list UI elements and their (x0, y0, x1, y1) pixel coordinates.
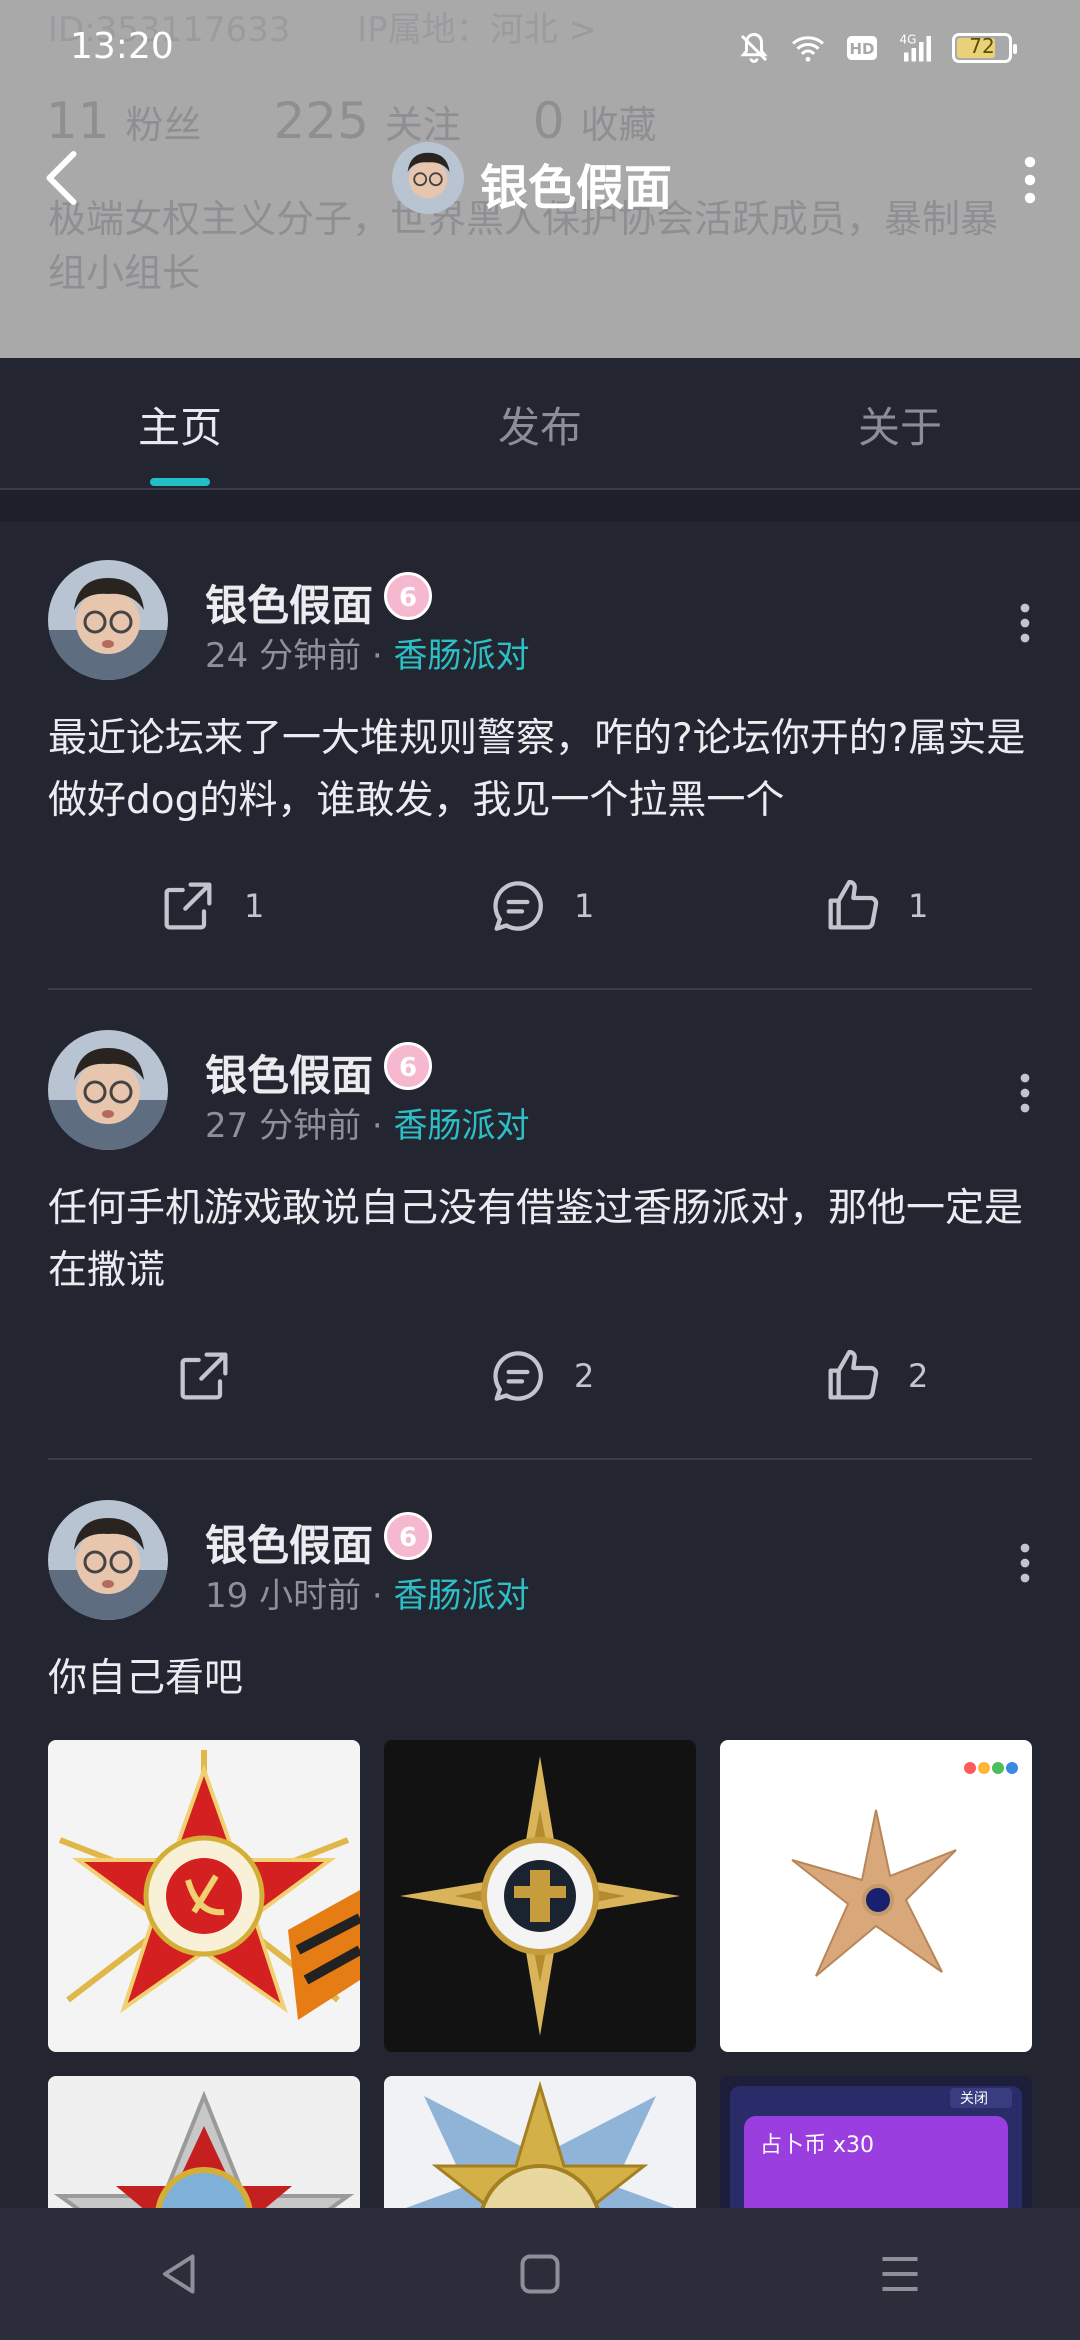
battery-level: 72 (969, 34, 995, 58)
fans-label: 粉丝 (125, 103, 202, 147)
meta-separator: · (361, 1106, 394, 1146)
profile-header: ID:353117633 IP属地：河北 > 11 粉丝 225 关注 0 收藏… (0, 0, 1080, 358)
like-button[interactable]: 2 (820, 1344, 928, 1408)
system-nav-bar (0, 2208, 1080, 2340)
follow-label: 关注 (384, 103, 461, 147)
header-avatar[interactable] (392, 142, 464, 214)
avatar[interactable] (48, 1500, 168, 1620)
post-image-compass-star-badge[interactable] (384, 1740, 696, 2052)
fans-count: 11 (46, 92, 110, 150)
profile-stats: 11 粉丝 225 关注 0 收藏 (46, 92, 712, 150)
status-bar: 13:20 HD 4G 72 (0, 0, 1080, 96)
svg-text:6: 6 (399, 1053, 417, 1083)
post-author[interactable]: 银色假面 (205, 1512, 373, 1573)
post-image-order-of-patriotic-war[interactable] (48, 1740, 360, 2052)
nav-menu-icon[interactable] (870, 2244, 930, 2304)
comment-icon (493, 881, 543, 931)
post-text[interactable]: 你自己看吧 (48, 1648, 1038, 1710)
post-divider (48, 988, 1032, 990)
tab-posts[interactable]: 发布 (498, 394, 582, 455)
post-text[interactable]: 最近论坛来了一大堆规则警察，咋的?论坛你开的?属实是做好dog的料，谁敢发，我见… (48, 708, 1038, 832)
nav-back-icon[interactable] (150, 2244, 210, 2304)
status-icons: HD 4G 72 (736, 30, 1017, 66)
post-board[interactable]: 香肠派对 (394, 1106, 530, 1146)
thumbs-up-icon (828, 1349, 879, 1400)
avatar[interactable] (48, 1030, 168, 1150)
svg-text:HD: HD (849, 40, 874, 58)
share-count: 1 (244, 887, 265, 925)
mute-bell-icon (740, 32, 768, 63)
wifi-icon (792, 36, 824, 62)
game-close-label: 关闭 (960, 2091, 988, 2107)
svg-text:4G: 4G (900, 33, 917, 47)
share-button[interactable] (172, 1344, 260, 1408)
post-card[interactable]: 银色假面 6 19 小时前 · 香肠派对 你自己看吧 占卜币 x30 关闭 (0, 1462, 1080, 2208)
svg-text:6: 6 (399, 1523, 417, 1553)
post-meta: 24 分钟前 · 香肠派对 (205, 628, 530, 677)
level-badge: 6 (384, 1512, 432, 1560)
share-button[interactable]: 1 (156, 874, 264, 938)
tab-home[interactable]: 主页 (138, 394, 222, 455)
post-image-motherland-order-badge[interactable] (384, 2076, 696, 2208)
post-card[interactable]: 银色假面 6 24 分钟前 · 香肠派对 最近论坛来了一大堆规则警察，咋的?论坛… (0, 522, 1080, 992)
post-board[interactable]: 香肠派对 (394, 636, 530, 676)
post-more-icon[interactable] (1010, 1538, 1040, 1588)
like-button[interactable]: 1 (820, 874, 928, 938)
meta-separator: · (361, 1576, 394, 1616)
like-count: 2 (908, 1357, 929, 1395)
avatar[interactable] (48, 560, 168, 680)
post-divider (48, 1458, 1032, 1460)
status-time: 13:20 (70, 26, 174, 67)
post-meta: 27 分钟前 · 香肠派对 (205, 1098, 530, 1147)
post-image-gold-star-brooch[interactable] (720, 1740, 1032, 2052)
post-text[interactable]: 任何手机游戏敢说自己没有借鉴过香肠派对，那他一定是在撒谎 (48, 1178, 1038, 1302)
svg-text:6: 6 (399, 583, 417, 613)
follow-count: 225 (273, 92, 369, 150)
comment-button[interactable]: 2 (486, 1344, 594, 1408)
share-icon (180, 1352, 228, 1400)
post-image-game-screenshot[interactable]: 占卜币 x30 关闭 (720, 2076, 1032, 2208)
post-more-icon[interactable] (1010, 598, 1040, 648)
battery-icon: 72 (952, 33, 1017, 63)
hd-icon: HD (847, 36, 877, 60)
like-count: 1 (908, 887, 929, 925)
post-card[interactable]: 银色假面 6 27 分钟前 · 香肠派对 任何手机游戏敢说自己没有借鉴过香肠派对… (0, 992, 1080, 1462)
level-badge: 6 (384, 572, 432, 620)
post-author[interactable]: 银色假面 (205, 572, 373, 633)
share-icon (164, 882, 212, 930)
post-image-soviet-order-badge[interactable] (48, 2076, 360, 2208)
more-vertical-icon[interactable] (1010, 150, 1050, 210)
post-more-icon[interactable] (1010, 1068, 1040, 1118)
back-arrow-icon[interactable] (38, 148, 88, 208)
signal-4g-icon: 4G (900, 33, 931, 62)
nav-home-icon[interactable] (510, 2244, 570, 2304)
profile-tabs: 主页 发布 关于 (0, 358, 1080, 490)
header-title: 银色假面 (480, 160, 673, 216)
comment-count: 2 (574, 1357, 595, 1395)
section-gap (0, 490, 1080, 522)
thumbs-up-icon (828, 879, 879, 930)
collect-count: 0 (532, 92, 565, 150)
tab-about[interactable]: 关于 (858, 394, 942, 455)
meta-separator: · (361, 636, 394, 676)
post-time: 19 小时前 (205, 1576, 362, 1616)
post-time: 27 分钟前 (205, 1106, 362, 1146)
post-board[interactable]: 香肠派对 (394, 1576, 530, 1616)
collect-label: 收藏 (580, 103, 657, 147)
post-author[interactable]: 银色假面 (205, 1042, 373, 1103)
active-tab-indicator (150, 478, 210, 486)
comment-button[interactable]: 1 (486, 874, 594, 938)
level-badge: 6 (384, 1042, 432, 1090)
comment-count: 1 (574, 887, 595, 925)
post-time: 24 分钟前 (205, 636, 362, 676)
comment-icon (493, 1351, 543, 1401)
game-caption: 占卜币 x30 (760, 2133, 874, 2158)
post-meta: 19 小时前 · 香肠派对 (205, 1568, 530, 1617)
